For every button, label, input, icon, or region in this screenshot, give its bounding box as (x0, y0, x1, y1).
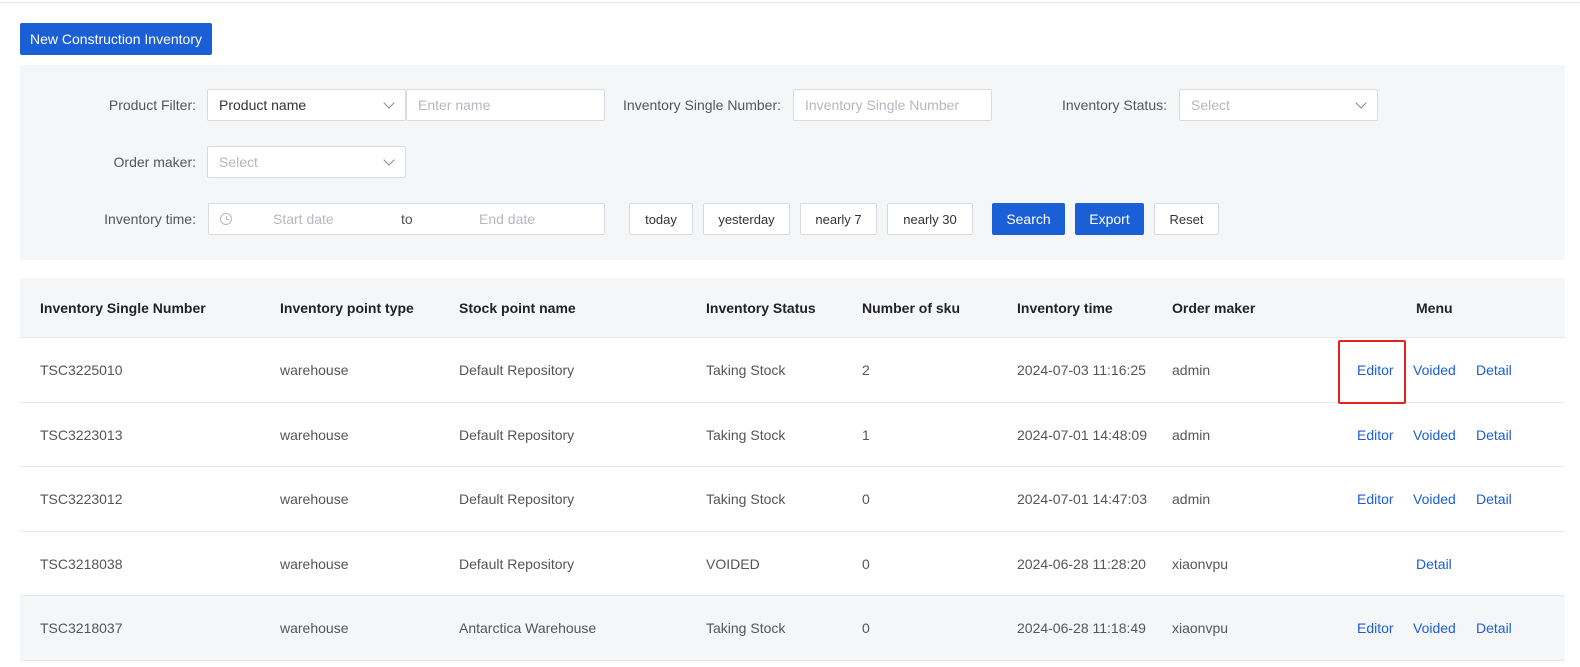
chevron-down-icon (383, 154, 395, 166)
table-row: TSC3225010 warehouse Default Repository … (20, 338, 1565, 403)
inventory-time-cell: 2024-06-28 11:18:49 (1017, 620, 1146, 637)
new-construction-inventory-button[interactable]: New Construction Inventory (20, 23, 212, 55)
export-button[interactable]: Export (1075, 203, 1144, 235)
column-header: Number of sku (862, 300, 961, 316)
inventory-status-select[interactable]: Select (1179, 89, 1378, 121)
order-maker-cell: admin (1172, 491, 1211, 508)
order-maker-cell: admin (1172, 426, 1211, 443)
sku-count-cell: 0 (862, 491, 870, 508)
status-cell: VOIDED (706, 555, 760, 572)
column-header: Inventory time (1017, 300, 1113, 316)
point-type-cell: warehouse (280, 491, 349, 508)
table-header: Inventory Single Number Inventory point … (20, 278, 1565, 338)
stock-point-cell: Default Repository (459, 555, 575, 572)
point-type-cell: warehouse (280, 555, 349, 572)
sku-count-cell: 0 (862, 555, 870, 572)
sku-count-cell: 1 (862, 426, 870, 443)
inventory-number-cell: TSC3225010 (40, 362, 123, 378)
chevron-down-icon (383, 97, 395, 109)
inventory-number-cell: TSC3218038 (40, 555, 123, 572)
column-header: Stock point name (459, 300, 576, 316)
editor-link[interactable]: Editor (1357, 403, 1394, 467)
column-header: Order maker (1172, 300, 1256, 316)
quick-range-nearly-7-button[interactable]: nearly 7 (800, 203, 877, 235)
inventory-status-label: Inventory Status: (1061, 97, 1167, 113)
table-row: TSC3223013 warehouse Default Repository … (20, 402, 1565, 468)
range-separator: to (401, 211, 413, 227)
chevron-down-icon (1355, 97, 1367, 109)
inventory-table: Inventory Single Number Inventory point … (20, 278, 1565, 661)
inventory-time-label: Inventory time: (104, 211, 196, 227)
voided-link[interactable]: Voided (1413, 596, 1456, 660)
voided-link[interactable]: Voided (1413, 338, 1456, 402)
inventory-number-input[interactable]: Inventory Single Number (793, 89, 992, 121)
column-header: Inventory Status (706, 300, 816, 316)
sku-count-cell: 2 (862, 362, 870, 378)
detail-link[interactable]: Detail (1476, 403, 1512, 467)
inventory-number-cell: TSC3223013 (40, 426, 123, 443)
status-cell: Taking Stock (706, 491, 786, 508)
inventory-time-cell: 2024-07-01 14:47:03 (1017, 491, 1147, 508)
table-row: TSC3223012 warehouse Default Repository … (20, 467, 1565, 532)
sku-count-cell: 0 (862, 620, 870, 637)
stock-point-cell: Default Repository (459, 362, 575, 378)
order-maker-cell: admin (1172, 362, 1211, 378)
column-header: Menu (1416, 300, 1453, 316)
inventory-time-cell: 2024-07-01 14:48:09 (1017, 426, 1147, 443)
table-row: TSC3218038 warehouse Default Repository … (20, 531, 1565, 597)
stock-point-cell: Default Repository (459, 491, 575, 508)
inventory-number-cell: TSC3218037 (40, 620, 123, 637)
inventory-time-cell: 2024-06-28 11:28:20 (1017, 555, 1146, 572)
quick-range-today-button[interactable]: today (629, 203, 693, 235)
status-cell: Taking Stock (706, 426, 786, 443)
search-button[interactable]: Search (992, 203, 1065, 235)
clock-icon (220, 213, 232, 225)
voided-link[interactable]: Voided (1413, 403, 1456, 467)
point-type-cell: warehouse (280, 620, 349, 637)
editor-link[interactable]: Editor (1357, 467, 1394, 531)
product-name-input[interactable]: Enter name (406, 89, 605, 121)
order-maker-cell: xiaonvpu (1172, 555, 1229, 572)
status-cell: Taking Stock (706, 362, 786, 378)
quick-range-nearly-30-button[interactable]: nearly 30 (887, 203, 973, 235)
column-header: Inventory point type (280, 300, 414, 316)
reset-button[interactable]: Reset (1154, 203, 1219, 235)
order-maker-label: Order maker: (113, 154, 196, 170)
inventory-number-cell: TSC3223012 (40, 491, 123, 508)
top-divider (0, 0, 1580, 3)
quick-range-yesterday-button[interactable]: yesterday (703, 203, 790, 235)
product-filter-value: Product name (219, 97, 307, 113)
order-maker-placeholder: Select (219, 154, 258, 170)
inventory-time-cell: 2024-07-03 11:16:25 (1017, 362, 1146, 378)
column-header: Inventory Single Number (40, 300, 206, 316)
product-filter-select[interactable]: Product name (207, 89, 406, 121)
inventory-status-placeholder: Select (1191, 97, 1230, 113)
product-filter-label: Product Filter: (108, 97, 196, 113)
editor-link[interactable]: Editor (1357, 596, 1394, 660)
order-maker-cell: xiaonvpu (1172, 620, 1229, 637)
start-date-placeholder: Start date (273, 211, 334, 227)
inventory-number-label: Inventory Single Number: (623, 97, 781, 113)
detail-link[interactable]: Detail (1476, 467, 1512, 531)
inventory-time-range-picker[interactable]: Start date to End date (208, 203, 605, 235)
table-row: TSC3218037 warehouse Antarctica Warehous… (20, 596, 1565, 661)
order-maker-select[interactable]: Select (207, 146, 406, 178)
detail-link[interactable]: Detail (1476, 596, 1512, 660)
end-date-placeholder: End date (479, 211, 536, 227)
stock-point-cell: Antarctica Warehouse (459, 620, 597, 637)
editor-link[interactable]: Editor (1357, 338, 1394, 402)
voided-link[interactable]: Voided (1413, 467, 1456, 531)
detail-link[interactable]: Detail (1476, 338, 1512, 402)
filter-panel: Product Filter: Product name Enter name … (20, 65, 1565, 260)
status-cell: Taking Stock (706, 620, 786, 637)
stock-point-cell: Default Repository (459, 426, 575, 443)
detail-link[interactable]: Detail (1416, 532, 1452, 596)
inventory-number-placeholder: Inventory Single Number (805, 97, 960, 113)
point-type-cell: warehouse (280, 362, 349, 378)
point-type-cell: warehouse (280, 426, 349, 443)
product-name-placeholder: Enter name (418, 97, 491, 113)
